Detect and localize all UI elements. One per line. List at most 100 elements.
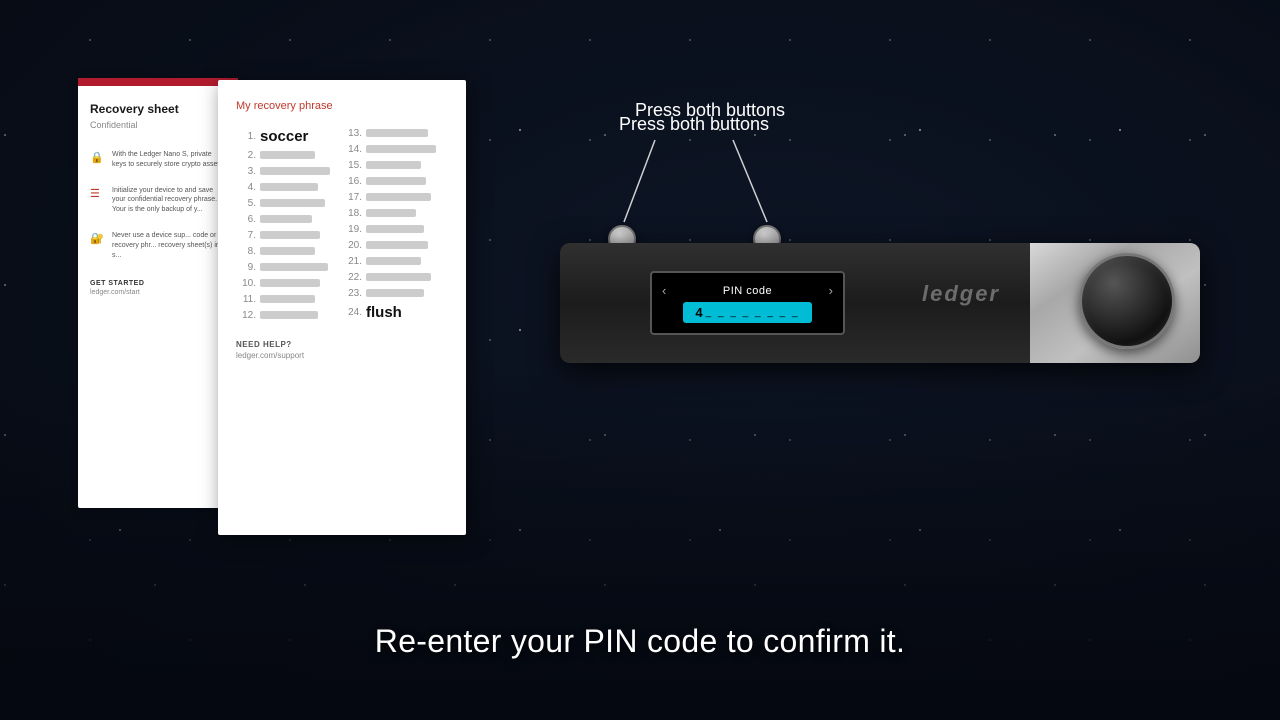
word-row: 11. bbox=[236, 292, 330, 306]
help-link: ledger.com/support bbox=[236, 351, 448, 360]
sheet-subtitle: Confidential bbox=[78, 120, 238, 142]
word-row: 10. bbox=[236, 276, 330, 290]
word-blurred bbox=[366, 209, 416, 217]
word-row: 15. bbox=[338, 158, 436, 172]
word-number: 13. bbox=[338, 128, 362, 139]
word-blurred bbox=[366, 161, 421, 169]
word-row: 23. bbox=[338, 286, 436, 300]
word-row: 22. bbox=[338, 270, 436, 284]
word-blurred bbox=[260, 263, 328, 271]
word-row: 6. bbox=[236, 212, 330, 226]
word-row: 8. bbox=[236, 244, 330, 258]
word-number: 14. bbox=[338, 144, 362, 155]
word-number: 1. bbox=[236, 131, 256, 142]
word-number: 16. bbox=[338, 176, 362, 187]
word-number: 19. bbox=[338, 224, 362, 235]
word-number: 5. bbox=[236, 198, 256, 209]
word-blurred bbox=[260, 247, 315, 255]
word-number: 21. bbox=[338, 256, 362, 267]
screen-title: PIN code bbox=[723, 285, 772, 297]
word-blurred bbox=[260, 167, 330, 175]
word-row: 17. bbox=[338, 190, 436, 204]
screen-header: ‹ PIN code › bbox=[662, 283, 833, 298]
word-row: 4. bbox=[236, 180, 330, 194]
word-row: 19. bbox=[338, 222, 436, 236]
red-bar bbox=[78, 78, 238, 86]
word-blurred bbox=[260, 151, 315, 159]
word-text: soccer bbox=[260, 128, 308, 145]
word-blurred bbox=[260, 215, 312, 223]
icon-text-2: Initialize your device to and save your … bbox=[112, 186, 226, 215]
word-row: 24. flush bbox=[338, 302, 436, 322]
press-buttons-label: Press both buttons bbox=[600, 100, 820, 121]
word-number: 20. bbox=[338, 240, 362, 251]
word-number: 22. bbox=[338, 272, 362, 283]
word-number: 10. bbox=[236, 278, 256, 289]
word-number: 11. bbox=[236, 294, 256, 305]
icon-text-3: Never use a device sup... code or a reco… bbox=[112, 231, 226, 260]
recovery-sheet-card: Recovery sheet Confidential 🔒 With the L… bbox=[78, 78, 238, 508]
word-number: 17. bbox=[338, 192, 362, 203]
subtitle: Re-enter your PIN code to confirm it. bbox=[0, 623, 1280, 660]
word-blurred bbox=[366, 289, 424, 297]
word-blurred bbox=[366, 241, 428, 249]
lock-icon: 🔐 bbox=[90, 232, 104, 246]
list-icon: ☰ bbox=[90, 187, 104, 201]
device-screen: ‹ PIN code › 4 _ _ _ _ _ _ _ _ bbox=[650, 271, 845, 335]
word-row: 20. bbox=[338, 238, 436, 252]
word-row: 1. soccer bbox=[236, 126, 330, 146]
pin-digit: 4 bbox=[695, 305, 702, 320]
word-row: 14. bbox=[338, 142, 436, 156]
word-number: 9. bbox=[236, 262, 256, 273]
pin-display: 4 _ _ _ _ _ _ _ _ bbox=[683, 302, 811, 323]
word-number: 18. bbox=[338, 208, 362, 219]
word-number: 24. bbox=[338, 307, 362, 318]
word-number: 6. bbox=[236, 214, 256, 225]
icon-row-1: 🔒 With the Ledger Nano S, private keys t… bbox=[78, 142, 238, 178]
card-title: My recovery phrase bbox=[236, 100, 448, 112]
word-row: 18. bbox=[338, 206, 436, 220]
word-number: 15. bbox=[338, 160, 362, 171]
icon-row-3: 🔐 Never use a device sup... code or a re… bbox=[78, 223, 238, 268]
nav-wheel[interactable] bbox=[1079, 253, 1175, 349]
need-help-label: NEED HELP? bbox=[236, 340, 448, 349]
word-grid: 1.soccer2.3.4.5.6.7.8.9.10.11.12.13.14.1… bbox=[236, 126, 448, 322]
word-row: 13. bbox=[338, 126, 436, 140]
word-row: 3. bbox=[236, 164, 330, 178]
word-number: 7. bbox=[236, 230, 256, 241]
word-row: 9. bbox=[236, 260, 330, 274]
word-number: 4. bbox=[236, 182, 256, 193]
word-column-left: 1. soccer 2. 3. 4. 5. 6. 7. 8. 9. 10. 11. 12. bbox=[236, 126, 330, 322]
word-blurred bbox=[260, 199, 325, 207]
word-blurred bbox=[366, 129, 428, 137]
ledger-logo: ledger bbox=[922, 281, 1000, 307]
word-row: 5. bbox=[236, 196, 330, 210]
word-number: 23. bbox=[338, 288, 362, 299]
word-row: 2. bbox=[236, 148, 330, 162]
device-body: ledger ‹ PIN code › 4 _ _ _ _ _ _ _ _ bbox=[560, 243, 1200, 363]
word-number: 8. bbox=[236, 246, 256, 257]
screen-chevron-right: › bbox=[829, 283, 833, 298]
word-row: 16. bbox=[338, 174, 436, 188]
word-blurred bbox=[366, 177, 426, 185]
word-row: 7. bbox=[236, 228, 330, 242]
word-row: 21. bbox=[338, 254, 436, 268]
recovery-phrase-card: My recovery phrase 1. soccer 2. 3. 4. 5. 6. 7. 8… bbox=[218, 80, 466, 535]
word-blurred bbox=[260, 183, 318, 191]
shield-icon: 🔒 bbox=[90, 151, 104, 165]
word-number: 12. bbox=[236, 310, 256, 321]
word-number: 3. bbox=[236, 166, 256, 177]
word-text: flush bbox=[366, 304, 402, 321]
get-started-label: GET STARTED bbox=[78, 268, 238, 289]
word-row: 12. bbox=[236, 308, 330, 322]
word-blurred bbox=[366, 193, 431, 201]
word-blurred bbox=[366, 257, 421, 265]
word-number: 2. bbox=[236, 150, 256, 161]
icon-text-1: With the Ledger Nano S, private keys to … bbox=[112, 150, 226, 170]
word-blurred bbox=[366, 273, 431, 281]
word-blurred bbox=[260, 295, 315, 303]
sheet-title: Recovery sheet bbox=[78, 86, 238, 120]
word-blurred bbox=[260, 279, 320, 287]
get-started-link: ledger.com/start bbox=[78, 289, 238, 296]
word-column-right: 13. 14. 15. 16. 17. 18. 19. 20. 21. 22. 23. 24. flus… bbox=[330, 126, 436, 322]
